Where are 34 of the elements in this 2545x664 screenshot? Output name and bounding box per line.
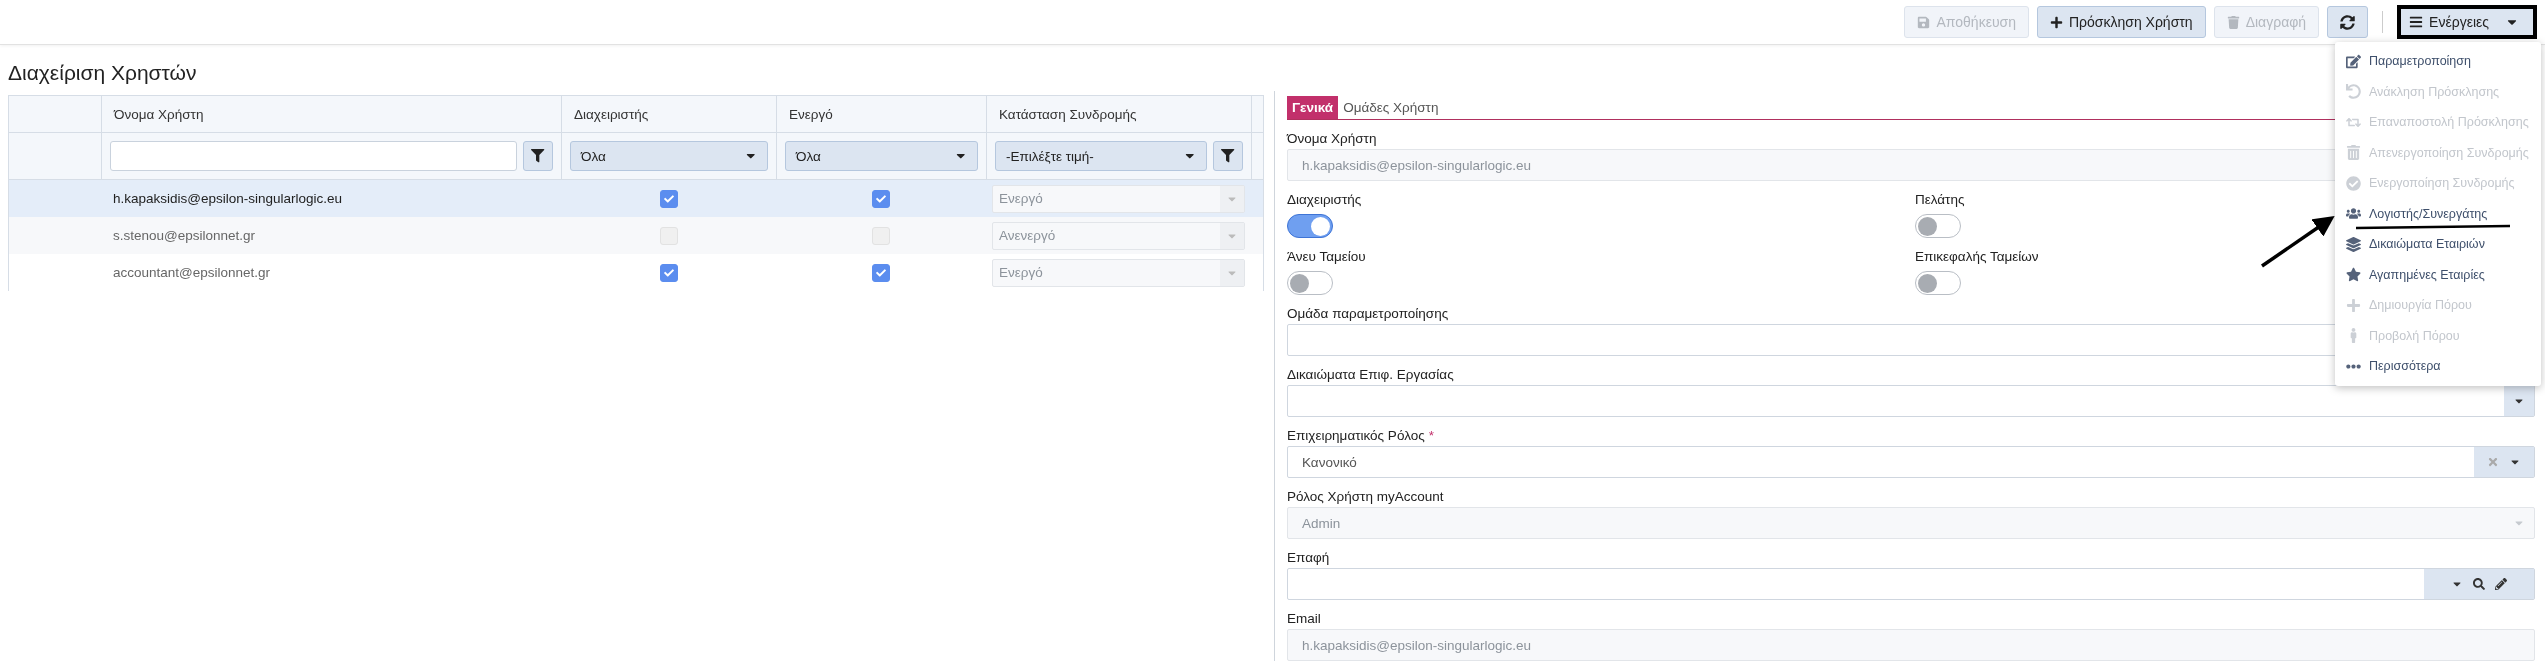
field-label: Επιχειρηματικός Ρόλος (1287, 428, 1425, 443)
toggle-label: Επικεφαλής Ταμείων (1915, 249, 2039, 266)
menu-item[interactable]: Δικαιώματα Εταιριών (2335, 229, 2541, 260)
column-header[interactable]: Διαχειριστής (574, 106, 649, 122)
tab[interactable]: Γενικά (1287, 96, 1339, 119)
menu-item[interactable]: Παραμετροποίηση (2335, 46, 2541, 77)
field-label: Όνομα Χρήστη (1287, 131, 1377, 146)
menu-item[interactable]: Αγαπημένες Εταιρίες (2335, 259, 2541, 290)
username-cell: h.kapaksidis@epsilon-singularlogic.eu (113, 191, 343, 206)
field-label: Ομάδα παραμετροποίησης (1287, 306, 1449, 321)
column-header[interactable]: Ενεργό (789, 106, 833, 122)
menu-item[interactable]: Λογιστής/Συνεργάτης (2335, 198, 2541, 229)
field-label: Δικαιώματα Επιφ. Εργασίας (1287, 367, 1454, 382)
column-header[interactable]: Κατάσταση Συνδρομής (999, 106, 1137, 122)
field-label: Επαφή (1287, 550, 1330, 565)
menu-item[interactable]: Περισσότερα (2335, 351, 2541, 382)
tab[interactable]: Ομάδες Χρήστη (1338, 96, 1444, 119)
column-header[interactable]: Όνομα Χρήστη (114, 106, 204, 122)
toggle-label: Άνευ Ταμείου (1287, 249, 1366, 266)
select-field[interactable]: Κανονικό (1287, 446, 2535, 478)
table-row[interactable]: h.kapaksidis@epsilon-singularlogic.eu Ενεργό (9, 180, 1263, 217)
actions-button[interactable]: Ενέργειες (2397, 5, 2537, 39)
toggle-label: Πελάτης (1915, 192, 1965, 209)
invite-user-button[interactable]: Πρόσκληση Χρήστη (2036, 6, 2206, 38)
field-label: Email (1287, 611, 1321, 626)
username-cell: accountant@epsilonnet.gr (113, 265, 271, 280)
filter-select[interactable]: Όλα (785, 141, 978, 171)
required-mark: * (1428, 428, 1434, 443)
page-title: Διαχείριση Χρηστών (8, 61, 197, 86)
filter-select[interactable]: Όλα (570, 141, 768, 171)
username-cell: s.stenou@epsilonnet.gr (113, 228, 256, 243)
toggle-label: Διαχειριστής (1287, 192, 1362, 209)
field-label: Ρόλος Χρήστη myAccount (1287, 489, 1444, 504)
filter-select[interactable]: -Επιλέξτε τιμή- (995, 141, 1207, 171)
